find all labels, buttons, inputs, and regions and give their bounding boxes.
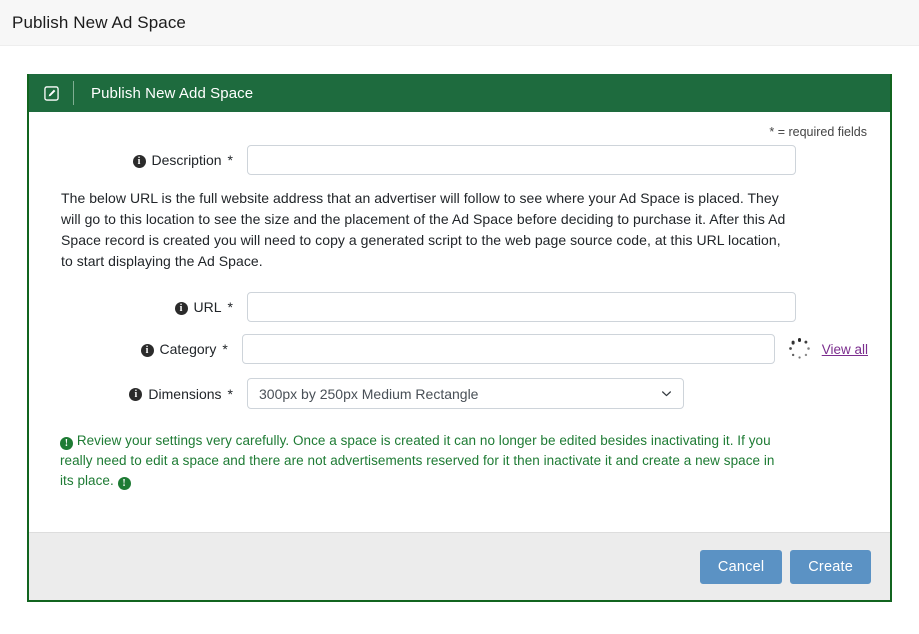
info-circle-icon[interactable]: i — [174, 301, 188, 315]
required-fields-note: * = required fields — [769, 125, 867, 139]
field-row-dimensions: i Dimensions * 300px by 250px Medium Rect… — [51, 378, 868, 409]
exclamation-circle-icon: ! — [117, 477, 131, 490]
url-label-text: URL — [193, 299, 222, 315]
cancel-button[interactable]: Cancel — [699, 549, 783, 584]
view-all-categories-link[interactable]: View all — [822, 342, 868, 357]
dimensions-label: i Dimensions * — [51, 386, 247, 402]
info-circle-icon[interactable]: i — [140, 343, 154, 357]
info-circle-icon[interactable]: i — [129, 388, 143, 401]
publish-ad-space-card: Publish New Add Space * = required field… — [27, 74, 892, 602]
dimensions-select[interactable]: 300px by 250px Medium Rectangle — [247, 378, 684, 409]
field-row-category: i Category * View all — [51, 334, 868, 364]
category-label: i Category * — [51, 341, 242, 357]
info-circle-icon[interactable]: i — [132, 154, 146, 168]
description-required-mark: * — [227, 152, 233, 168]
url-explanation-paragraph: The below URL is the full website addres… — [61, 190, 786, 269]
description-label-text: Description — [151, 152, 222, 168]
category-required-mark: * — [222, 341, 228, 357]
url-label: i URL * — [51, 299, 247, 315]
settings-warning-text: Review your settings very carefully. Onc… — [60, 433, 775, 488]
create-button[interactable]: Create — [790, 549, 871, 584]
dimensions-select-wrapper: 300px by 250px Medium Rectangle — [247, 378, 684, 409]
card-footer: Cancel Create — [29, 532, 890, 600]
exclamation-circle-icon: ! — [60, 437, 73, 450]
card-header-title: Publish New Add Space — [91, 84, 254, 102]
url-input[interactable] — [247, 292, 796, 322]
card-container: Publish New Add Space * = required field… — [0, 46, 919, 602]
category-label-text: Category — [159, 341, 217, 357]
card-body: * = required fields i Description * The b… — [29, 112, 890, 532]
field-row-description: i Description * — [51, 145, 868, 175]
settings-warning-message: ! Review your settings very carefully. O… — [60, 431, 776, 491]
description-input[interactable] — [247, 145, 796, 175]
page-topbar: Publish New Ad Space — [0, 0, 919, 46]
loading-spinner-icon — [789, 338, 811, 360]
description-label: i Description * — [51, 152, 247, 168]
page-title: Publish New Ad Space — [12, 12, 186, 32]
dimensions-required-mark: * — [227, 385, 233, 402]
card-header: Publish New Add Space — [29, 74, 890, 112]
edit-square-icon — [29, 85, 73, 101]
dimensions-label-text: Dimensions — [148, 385, 222, 402]
url-required-mark: * — [227, 299, 233, 315]
category-input[interactable] — [241, 334, 775, 364]
field-row-url: i URL * — [51, 292, 868, 322]
